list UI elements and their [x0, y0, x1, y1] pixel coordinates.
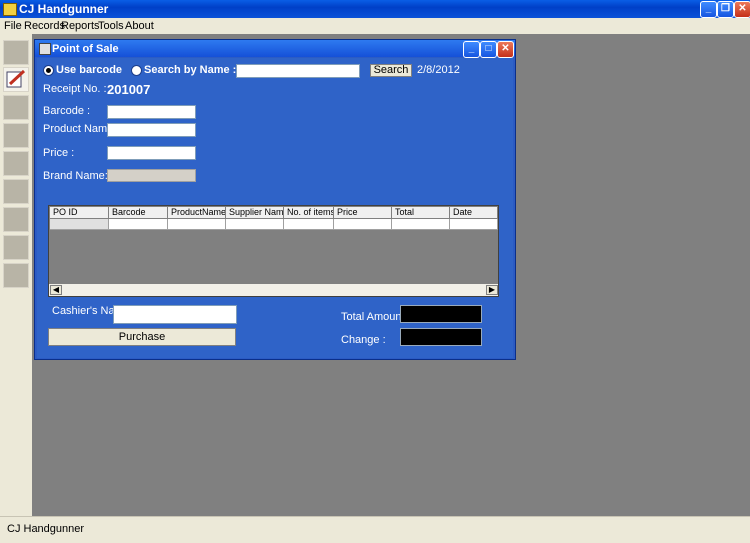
toolbar-slot[interactable]	[3, 235, 29, 260]
window-title: CJ Handgunner	[19, 2, 109, 16]
status-text: CJ Handgunner	[7, 523, 85, 535]
scroll-left-icon[interactable]: ◀	[50, 285, 62, 295]
scroll-right-icon[interactable]: ▶	[486, 285, 498, 295]
barcode-label: Barcode :	[43, 105, 91, 117]
col-header-supplier-name[interactable]: Supplier Name	[226, 207, 284, 218]
close-button[interactable]: ✕	[734, 1, 750, 18]
shield-tool-icon-2[interactable]	[3, 151, 29, 176]
minimize-button[interactable]: _	[700, 1, 717, 18]
title-bar	[0, 0, 750, 18]
product-name-input[interactable]	[107, 123, 196, 137]
col-header-total[interactable]: Total	[392, 207, 450, 218]
grid-cell[interactable]	[392, 219, 450, 230]
total-amount-display	[400, 305, 482, 323]
grid-cell[interactable]	[168, 219, 226, 230]
grid-cell[interactable]	[109, 219, 168, 230]
pos-maximize-button[interactable]: □	[480, 41, 497, 58]
col-header-barcode[interactable]: Barcode	[109, 207, 168, 218]
use-barcode-label: Use barcode	[56, 64, 123, 76]
menu-records[interactable]: Records	[24, 20, 65, 32]
search-name-input[interactable]	[236, 64, 360, 78]
grid-cell[interactable]	[226, 219, 284, 230]
pos-close-button[interactable]: ✕	[497, 41, 514, 58]
pos-window-title: Point of Sale	[52, 43, 119, 55]
grid-cell[interactable]	[50, 219, 109, 230]
search-by-name-label: Search by Name :	[144, 64, 237, 76]
app-icon	[3, 3, 17, 16]
toolbar-slot[interactable]	[3, 263, 29, 288]
col-header-price[interactable]: Price	[334, 207, 392, 218]
brand-name-label: Brand Name:	[43, 170, 108, 182]
use-barcode-radio[interactable]	[43, 65, 54, 76]
receipt-label: Receipt No. :	[43, 83, 107, 95]
grid-cell[interactable]	[334, 219, 392, 230]
settings-tool-icon[interactable]	[3, 179, 29, 204]
restore-button[interactable]: ❐	[717, 1, 734, 18]
price-input[interactable]	[107, 146, 196, 160]
menu-file[interactable]: File	[4, 20, 22, 32]
product-name-label: Product Name:	[43, 123, 117, 135]
pos-window-icon	[39, 43, 51, 55]
col-header-product-name[interactable]: ProductName	[168, 207, 226, 218]
search-by-name-radio[interactable]	[131, 65, 142, 76]
search-button[interactable]: Search	[370, 64, 412, 77]
menu-tools[interactable]: Tools	[98, 20, 124, 32]
brand-name-field	[107, 169, 196, 182]
menu-reports[interactable]: Reports	[61, 20, 100, 32]
menu-about[interactable]: About	[125, 20, 154, 32]
point-of-sale-tool-icon[interactable]	[3, 67, 29, 92]
users-tool-icon[interactable]	[3, 40, 29, 65]
cashier-name-input[interactable]	[113, 305, 237, 324]
horizontal-scrollbar[interactable]	[49, 284, 498, 296]
change-display	[400, 328, 482, 346]
folders-tool-icon[interactable]	[3, 123, 29, 148]
barcode-input[interactable]	[107, 105, 196, 119]
col-header-no-of-items[interactable]: No. of items	[284, 207, 334, 218]
price-label: Price :	[43, 147, 75, 159]
grid-cell[interactable]	[284, 219, 334, 230]
shield-tool-icon[interactable]	[3, 95, 29, 120]
purchase-button[interactable]: Purchase	[48, 328, 236, 346]
toolbar-slot[interactable]	[3, 207, 29, 232]
pos-minimize-button[interactable]: _	[463, 41, 480, 58]
col-header-date[interactable]: Date	[450, 207, 498, 218]
receipt-number: 201007	[107, 82, 151, 97]
grid-cell[interactable]	[450, 219, 498, 230]
date-text: 2/8/2012	[417, 64, 460, 76]
col-header-po-id[interactable]: PO ID	[50, 207, 109, 218]
status-bar	[0, 516, 750, 543]
change-label: Change :	[341, 334, 386, 346]
